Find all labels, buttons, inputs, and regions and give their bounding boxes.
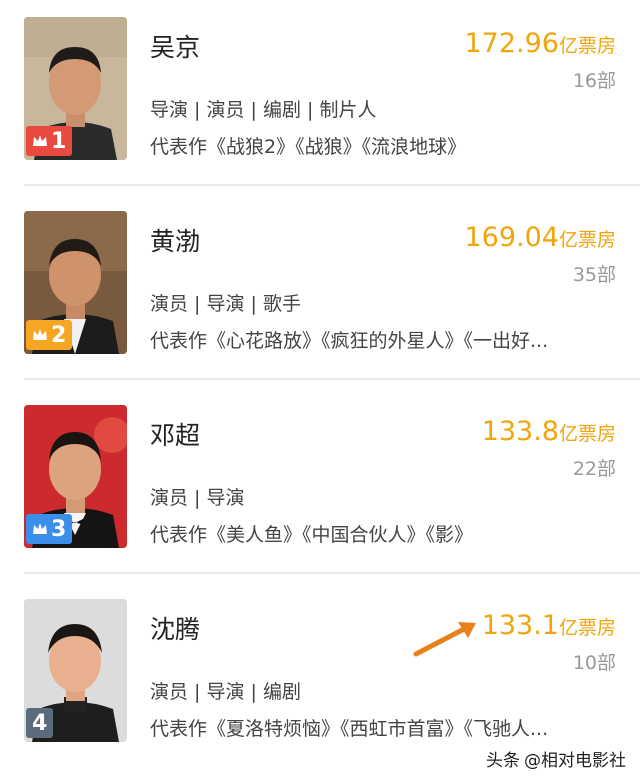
avatar: 1 [24, 17, 127, 160]
roles: 演员 | 导演 [150, 487, 245, 509]
film-count: 16部 [572, 70, 616, 92]
person-name[interactable]: 黄渤 [150, 222, 200, 258]
box-office-unit: 亿票房 [558, 617, 616, 639]
box-office: 172.96亿票房 [465, 28, 617, 59]
divider [24, 572, 640, 574]
box-office-unit: 亿票房 [558, 35, 616, 57]
watermark-handle: @相对电影社 [524, 751, 626, 771]
film-count: 10部 [572, 652, 616, 674]
box-office-value: 133.1 [481, 610, 559, 641]
divider [24, 184, 640, 186]
film-count: 22部 [572, 458, 616, 480]
rank-number: 1 [51, 128, 67, 154]
watermark-platform: 头条 [486, 751, 520, 771]
rank-badge: 3 [26, 514, 73, 544]
list-item[interactable]: 3 邓超 133.8亿票房 22部 演员 | 导演 代表作《美人鱼》《中国合伙人… [0, 388, 640, 582]
avatar: 3 [24, 405, 127, 548]
box-office-unit: 亿票房 [558, 229, 616, 251]
avatar: 2 [24, 211, 127, 354]
box-office-unit: 亿票房 [558, 423, 616, 445]
crown-icon [33, 523, 47, 534]
box-office-value: 133.8 [481, 416, 559, 447]
person-name[interactable]: 邓超 [150, 416, 200, 452]
box-office-value: 169.04 [464, 222, 559, 253]
crown-icon [33, 135, 47, 146]
list-item[interactable]: 2 黄渤 169.04亿票房 35部 演员 | 导演 | 歌手 代表作《心花路放… [0, 194, 640, 388]
roles: 演员 | 导演 | 歌手 [150, 293, 301, 315]
person-name[interactable]: 吴京 [150, 28, 200, 64]
watermark: 头条 @相对电影社 [486, 746, 626, 771]
roles: 导演 | 演员 | 编剧 | 制片人 [150, 99, 377, 121]
highlight-arrow-icon [413, 622, 476, 657]
box-office: 133.1亿票房 [482, 610, 616, 641]
box-office: 133.8亿票房 [482, 416, 616, 447]
rank-number: 2 [51, 322, 67, 348]
rank-badge: 1 [26, 126, 73, 156]
crown-icon [33, 329, 47, 340]
representative-works: 代表作《美人鱼》《中国合伙人》《影》 [150, 524, 474, 546]
roles: 演员 | 导演 | 编剧 [150, 681, 301, 703]
box-office: 169.04亿票房 [465, 222, 617, 253]
representative-works: 代表作《夏洛特烦恼》《西虹市首富》《飞驰人... [150, 718, 549, 740]
rank-number: 4 [32, 710, 48, 736]
list-item[interactable]: 1 吴京 172.96亿票房 16部 导演 | 演员 | 编剧 | 制片人 代表… [0, 0, 640, 194]
rank-badge: 4 [26, 708, 54, 738]
representative-works: 代表作《心花路放》《疯狂的外星人》《一出好... [150, 330, 549, 352]
divider [24, 378, 640, 380]
representative-works: 代表作《战狼2》《战狼》《流浪地球》 [150, 136, 467, 158]
film-count: 35部 [572, 264, 616, 286]
box-office-value: 172.96 [464, 28, 559, 59]
rank-badge: 2 [26, 320, 73, 350]
avatar: 4 [24, 599, 127, 742]
person-name[interactable]: 沈腾 [150, 610, 200, 646]
rank-number: 3 [51, 516, 67, 542]
